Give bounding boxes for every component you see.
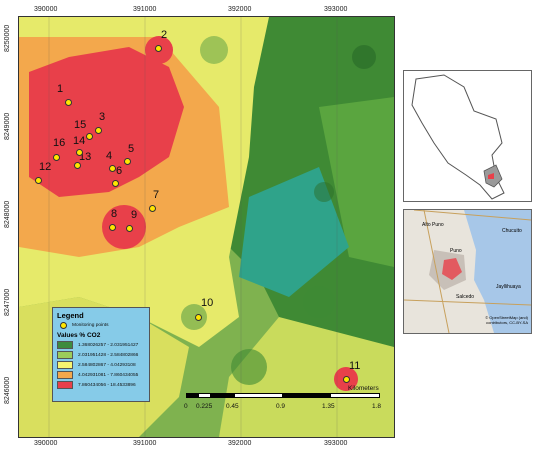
monitoring-point-icon bbox=[60, 322, 67, 329]
legend-panel: Legend Monitoring points Values % CO2 1.… bbox=[52, 307, 150, 402]
monitoring-point-8[interactable] bbox=[109, 224, 116, 231]
legend-class-row: 2.031951428 - 2.584802866 bbox=[57, 351, 149, 359]
legend-class-row: 2.584802867 - 4.04293108 bbox=[57, 361, 149, 369]
x-tick-label: 390000 bbox=[34, 440, 58, 447]
monitoring-point-label: 3 bbox=[99, 111, 106, 123]
legend-class-label: 1.368026257 - 2.031951427 bbox=[78, 342, 139, 348]
scale-unit: Kilometers bbox=[348, 385, 379, 392]
scale-bar: 0 0.225 0.45 0.9 1.35 1.8 Kilometers bbox=[184, 385, 386, 417]
scale-tick: 1.35 bbox=[322, 403, 335, 410]
place-label: Chucuito bbox=[502, 228, 522, 234]
scale-tick: 0.45 bbox=[226, 403, 239, 410]
monitoring-point-label: 10 bbox=[201, 297, 214, 309]
legend-class-row: 7.860434056 - 18.4533896 bbox=[57, 381, 149, 389]
legend-swatch bbox=[57, 361, 73, 369]
place-label: Puno bbox=[450, 248, 462, 254]
legend-class-label: 7.860434056 - 18.4533896 bbox=[78, 382, 136, 388]
monitoring-point-10[interactable] bbox=[195, 314, 202, 321]
y-tick-label: 8249000 bbox=[4, 112, 11, 140]
legend-swatch bbox=[57, 381, 73, 389]
legend-swatch bbox=[57, 371, 73, 379]
monitoring-point-label: 9 bbox=[131, 209, 138, 221]
x-tick-label: 392000 bbox=[228, 6, 252, 13]
y-tick-label: 8248000 bbox=[4, 200, 11, 228]
legend-points-label: Monitoring points bbox=[72, 323, 109, 328]
scale-tick: 1.8 bbox=[372, 403, 382, 410]
monitoring-point-2[interactable] bbox=[155, 45, 162, 52]
place-label: Alto Puno bbox=[422, 222, 444, 228]
monitoring-point-label: 5 bbox=[128, 143, 135, 155]
monitoring-point-6[interactable] bbox=[112, 180, 119, 187]
monitoring-point-label: 1 bbox=[57, 83, 64, 95]
monitoring-point-label: 16 bbox=[53, 137, 66, 149]
monitoring-point-label: 11 bbox=[349, 360, 361, 372]
legend-class-row: 4.042931081 - 7.860434055 bbox=[57, 371, 149, 379]
monitoring-point-label: 14 bbox=[73, 135, 86, 147]
monitoring-point-label: 15 bbox=[74, 119, 87, 131]
x-tick-label: 390000 bbox=[34, 6, 58, 13]
x-tick-label: 392000 bbox=[228, 440, 252, 447]
legend-swatch bbox=[57, 341, 73, 349]
monitoring-point-15[interactable] bbox=[86, 133, 93, 140]
x-tick-label: 391000 bbox=[133, 440, 157, 447]
monitoring-point-11[interactable] bbox=[343, 376, 350, 383]
y-tick-label: 8246000 bbox=[4, 376, 11, 404]
monitoring-point-12[interactable] bbox=[35, 177, 42, 184]
inset-peru-map[interactable] bbox=[403, 70, 532, 202]
legend-class-label: 2.584802867 - 4.04293108 bbox=[78, 362, 136, 368]
inset-locator-map[interactable]: Alto Puno Chucuito Puno Salcedo Jayllihu… bbox=[403, 209, 532, 334]
legend-class-label: 2.031951428 - 2.584802866 bbox=[78, 352, 139, 358]
y-tick-label: 8250000 bbox=[4, 24, 11, 52]
osm-attribution: © OpenStreetMap (and) contributors, CC-B… bbox=[485, 315, 528, 325]
monitoring-point-label: 8 bbox=[111, 208, 118, 220]
monitoring-point-9[interactable] bbox=[126, 225, 133, 232]
y-tick-label: 8247000 bbox=[4, 288, 11, 316]
monitoring-point-16[interactable] bbox=[53, 154, 60, 161]
legend-points-row: Monitoring points bbox=[57, 322, 149, 329]
monitoring-point-label: 4 bbox=[106, 150, 113, 162]
monitoring-point-label: 2 bbox=[161, 29, 168, 41]
place-label: Jayllihuaya bbox=[496, 284, 521, 290]
x-tick-label: 393000 bbox=[324, 6, 348, 13]
legend-values-title: Values % CO2 bbox=[57, 332, 101, 339]
place-label: Salcedo bbox=[456, 294, 475, 300]
monitoring-point-4[interactable] bbox=[109, 165, 116, 172]
x-tick-label: 393000 bbox=[324, 440, 348, 447]
monitoring-point-label: 6 bbox=[116, 165, 123, 177]
monitoring-point-1[interactable] bbox=[65, 99, 72, 106]
monitoring-point-label: 7 bbox=[153, 189, 160, 201]
monitoring-point-13[interactable] bbox=[74, 162, 81, 169]
monitoring-point-label: 12 bbox=[39, 161, 52, 173]
scale-tick: 0 bbox=[184, 403, 188, 410]
x-tick-label: 391000 bbox=[133, 6, 157, 13]
legend-title: Legend bbox=[57, 311, 84, 320]
legend-swatch bbox=[57, 351, 73, 359]
monitoring-point-7[interactable] bbox=[149, 205, 156, 212]
legend-class-row: 1.368026257 - 2.031951427 bbox=[57, 341, 149, 349]
monitoring-point-14[interactable] bbox=[76, 149, 83, 156]
peru-outline bbox=[411, 74, 505, 200]
legend-class-label: 4.042931081 - 7.860434055 bbox=[78, 372, 139, 378]
scale-tick: 0.225 bbox=[196, 403, 213, 410]
monitoring-point-3[interactable] bbox=[95, 127, 102, 134]
scale-tick: 0.9 bbox=[276, 403, 286, 410]
monitoring-point-5[interactable] bbox=[124, 158, 131, 165]
